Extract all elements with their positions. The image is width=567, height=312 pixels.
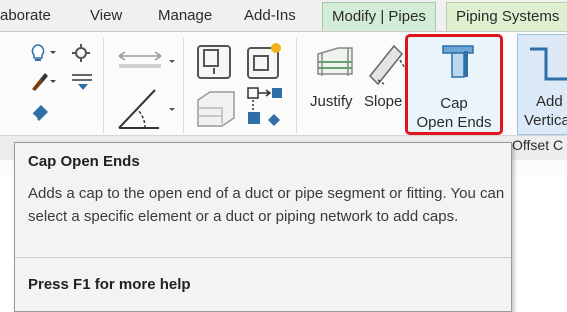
add-vertical-button[interactable]: Add Vertica — [517, 34, 567, 135]
tab-manage[interactable]: Manage — [158, 0, 212, 31]
measure-distance-icon[interactable] — [115, 46, 179, 79]
cap-open-ends-button[interactable]: Cap Open Ends — [405, 34, 503, 135]
tab-add-ins[interactable]: Add-Ins — [244, 0, 296, 31]
pipe-cap-icon — [439, 41, 477, 86]
vertical-pipe-icon — [526, 41, 567, 90]
filter-lines-icon[interactable] — [70, 70, 94, 97]
flow-diagram-icon[interactable] — [244, 84, 288, 135]
panel-separator — [183, 38, 184, 134]
box-view-icon[interactable] — [194, 40, 236, 87]
tab-collaborate[interactable]: aborate — [0, 0, 51, 31]
tooltip-description: Adds a cap to the open end of a duct or … — [28, 185, 505, 225]
section-box-icon[interactable] — [244, 40, 286, 87]
cap-label-line1: Cap — [440, 95, 468, 112]
justify-icon[interactable] — [312, 42, 358, 91]
slope-icon[interactable] — [364, 40, 410, 91]
slope-button-label[interactable]: Slope — [364, 92, 402, 111]
angle-icon[interactable] — [115, 84, 179, 137]
cap-label-line2: Open Ends — [416, 114, 492, 131]
tab-modify-pipes[interactable]: Modify | Pipes — [322, 2, 436, 31]
paintbrush-icon[interactable] — [28, 70, 60, 97]
tooltip-divider — [15, 257, 511, 258]
tab-piping-systems[interactable]: Piping Systems — [446, 2, 567, 31]
eraser-icon[interactable] — [28, 98, 52, 127]
panel-separator — [296, 38, 297, 134]
panel-separator — [103, 38, 104, 134]
ribbon-tab-bar: aborate View Manage Add-Ins Modify | Pip… — [0, 0, 567, 32]
tooltip-title: Cap Open Ends — [28, 153, 140, 170]
cap-open-ends-tooltip: Cap Open Ends Adds a cap to the open end… — [14, 142, 512, 312]
add-vertical-line2: Vertica — [524, 112, 567, 129]
stacked-layers-icon[interactable] — [194, 88, 238, 135]
tooltip-help: Press F1 for more help — [28, 276, 191, 293]
offset-panel-label: Offset C — [512, 137, 564, 153]
lightbulb-icon[interactable] — [28, 42, 60, 69]
add-vertical-line1: Add — [536, 93, 563, 110]
match-type-icon[interactable] — [70, 42, 92, 69]
tab-view[interactable]: View — [90, 0, 122, 31]
justify-button-label[interactable]: Justify — [310, 92, 353, 111]
